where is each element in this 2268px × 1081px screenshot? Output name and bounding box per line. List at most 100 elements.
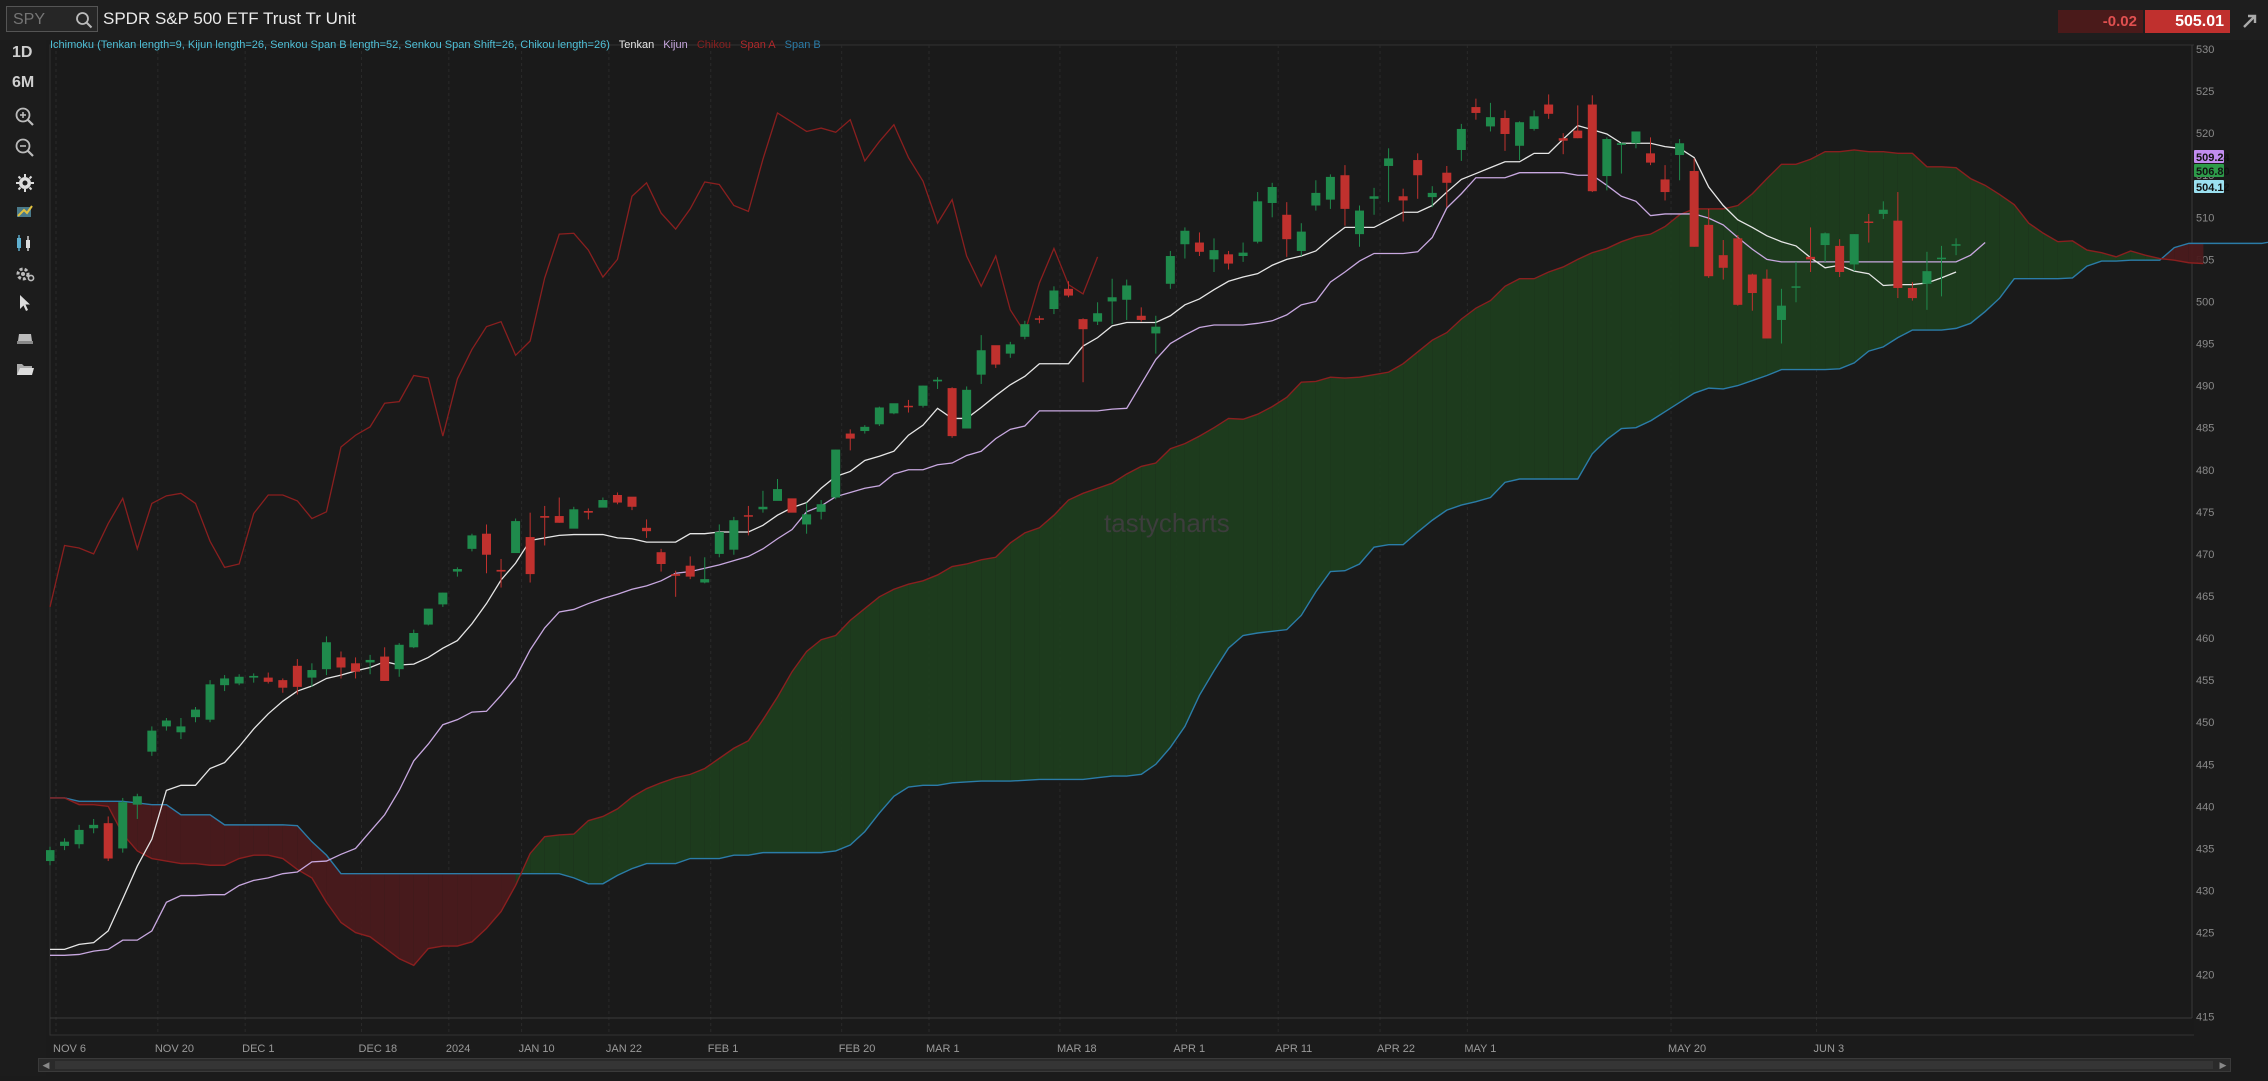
candle-body	[1660, 179, 1670, 193]
watermark: tastycharts	[1104, 508, 1230, 538]
zoom-out-icon[interactable]	[14, 137, 36, 159]
candle-body	[714, 532, 724, 554]
scrollbar-thumb[interactable]	[55, 1061, 2213, 1069]
kumo-cloud-segment	[835, 620, 851, 851]
candle-body	[642, 527, 652, 532]
candle-body	[1631, 131, 1641, 144]
kumo-cloud-segment	[1330, 377, 1345, 572]
kumo-cloud-segment	[457, 873, 472, 947]
candle-body	[1689, 171, 1699, 247]
candle-body	[1733, 238, 1743, 305]
ichimoku-chart[interactable]: 415 420 425 430 435 440 445 450 455 460 465 470 475 4…	[45, 40, 2268, 1076]
settings-icon[interactable]	[14, 263, 36, 285]
kumo-cloud-segment	[1563, 259, 1578, 480]
candle-body	[1064, 288, 1073, 296]
candle-body	[1675, 143, 1685, 156]
chart-area[interactable]: 415 420 425 430 435 440 445 450 455 460 465 470 475 4…	[45, 40, 2268, 1076]
symbol-search-input[interactable]	[11, 9, 75, 31]
x-tick-label: APR 1	[1173, 1043, 1205, 1055]
layers-icon[interactable]	[14, 327, 36, 349]
studies-icon[interactable]	[14, 172, 36, 194]
chart-style-icon[interactable]	[14, 232, 36, 254]
y-tick-label: 425	[2196, 928, 2214, 940]
y-tick-label: 420	[2196, 970, 2214, 982]
kumo-cloud-segment	[792, 651, 807, 853]
drawings-icon[interactable]	[14, 201, 36, 223]
candle-body	[45, 850, 55, 862]
kumo-cloud-segment	[1286, 382, 1302, 630]
kumo-cloud-segment	[1956, 167, 1971, 329]
kumo-cloud-segment	[632, 788, 647, 869]
x-tick-label: DEC 1	[242, 1043, 274, 1055]
kumo-cloud-segment	[1024, 527, 1040, 781]
kumo-cloud-segment	[1577, 252, 1593, 480]
candle-body	[1500, 118, 1510, 134]
kumo-cloud-segment	[1912, 153, 1927, 331]
kumo-cloud-segment	[1621, 236, 1636, 429]
candle-body	[1515, 122, 1525, 146]
folder-icon[interactable]	[14, 358, 36, 380]
horizontal-scrollbar[interactable]: ◀ ▶	[38, 1058, 2231, 1072]
candle-body	[482, 533, 491, 555]
candle-body	[1529, 116, 1539, 129]
cursor-icon[interactable]	[14, 292, 36, 314]
popout-arrow-icon[interactable]	[2240, 11, 2260, 31]
candle-body	[1776, 305, 1786, 320]
candle-body	[976, 350, 986, 375]
kumo-cloud-segment	[399, 873, 414, 966]
timeframe-button[interactable]: 1D	[12, 44, 32, 62]
candle-body	[1209, 250, 1219, 260]
kumo-cloud-segment	[850, 608, 865, 846]
kumo-cloud-segment	[1374, 372, 1389, 548]
zoom-in-icon[interactable]	[14, 106, 36, 128]
kumo-cloud-segment	[864, 596, 880, 832]
kumo-cloud-segment	[821, 635, 836, 853]
candle-body	[1224, 254, 1234, 264]
candle-body	[176, 726, 186, 733]
x-tick-label: JAN 10	[519, 1043, 555, 1055]
kumo-cloud-segment	[1534, 271, 1549, 480]
scroll-left-arrow-icon[interactable]: ◀	[39, 1059, 53, 1071]
symbol-search-box[interactable]	[6, 6, 98, 32]
kumo-cloud-segment	[1665, 214, 1680, 412]
candle-body	[1471, 107, 1481, 113]
range-button[interactable]: 6M	[12, 74, 34, 92]
candle-body	[1311, 192, 1321, 206]
kumo-cloud-segment	[2057, 240, 2073, 279]
y-tick-label: 500	[2196, 296, 2214, 308]
candle-body	[1194, 242, 1204, 252]
candle-body	[889, 403, 899, 414]
candle-body	[729, 520, 739, 550]
candle-body	[234, 676, 244, 684]
candle-body	[1282, 214, 1292, 240]
candle-body	[1907, 287, 1917, 299]
candle-body	[1005, 344, 1015, 354]
candle-body	[278, 680, 288, 688]
legend-kijun: Kijun	[663, 39, 688, 51]
kumo-cloud-segment	[690, 768, 705, 859]
scroll-right-arrow-icon[interactable]: ▶	[2216, 1059, 2230, 1071]
candle-body	[1820, 233, 1830, 246]
candle-body	[991, 345, 1001, 365]
x-tick-label: MAY 20	[1668, 1043, 1706, 1055]
candle-body	[292, 665, 302, 687]
kumo-cloud-segment	[442, 873, 458, 947]
legend-span-a: Span A	[740, 39, 776, 51]
kumo-cloud-segment	[1315, 377, 1331, 592]
candle-body	[743, 515, 753, 517]
candle-body	[1893, 220, 1903, 288]
kumo-cloud-segment	[1490, 286, 1505, 498]
kumo-cloud-segment	[1606, 241, 1622, 440]
kumo-cloud-segment	[1243, 414, 1258, 636]
y-tick-label: 495	[2196, 339, 2214, 351]
y-tick-label: 530	[2196, 44, 2214, 56]
candle-body	[1485, 117, 1495, 127]
y-tick-label: 455	[2196, 675, 2214, 687]
candle-body	[685, 565, 695, 577]
search-icon[interactable]	[75, 11, 93, 29]
kumo-cloud-segment	[544, 834, 560, 874]
kumo-cloud-segment	[733, 740, 749, 856]
y-tick-label: 450	[2196, 717, 2214, 729]
kumo-cloud-segment	[1257, 406, 1273, 634]
candle-body	[671, 574, 681, 576]
